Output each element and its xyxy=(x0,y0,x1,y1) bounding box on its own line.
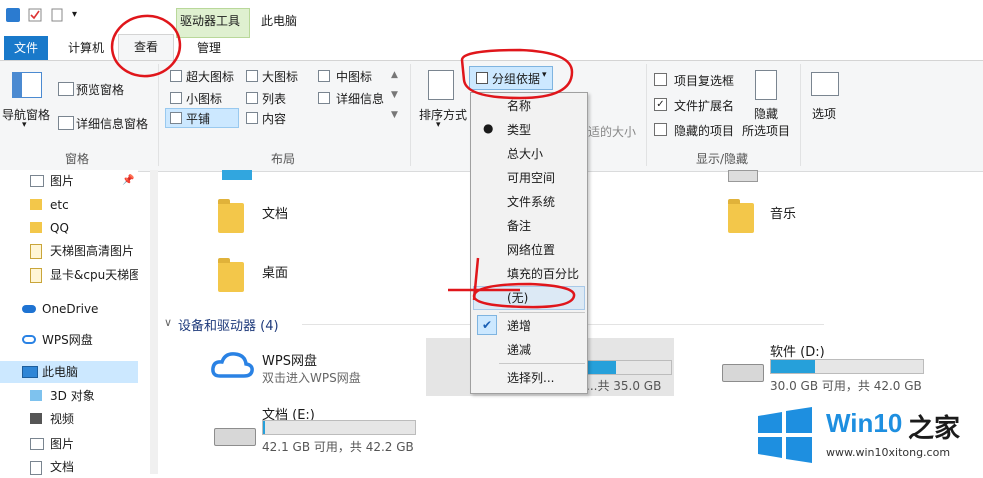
red-circle-none-item xyxy=(472,282,576,309)
watermark-url: www.win10xitong.com xyxy=(826,446,951,459)
watermark-brand-a: Win10 xyxy=(826,408,903,438)
win10-watermark: Win10 之家 www.win10xitong.com xyxy=(750,402,983,474)
windows-logo-icon xyxy=(756,406,814,464)
red-circle-group-by xyxy=(460,48,574,100)
watermark-brand-b: 之家 xyxy=(908,414,961,444)
red-arrow-none-item xyxy=(448,257,520,301)
red-circle-view-tab xyxy=(110,14,182,78)
